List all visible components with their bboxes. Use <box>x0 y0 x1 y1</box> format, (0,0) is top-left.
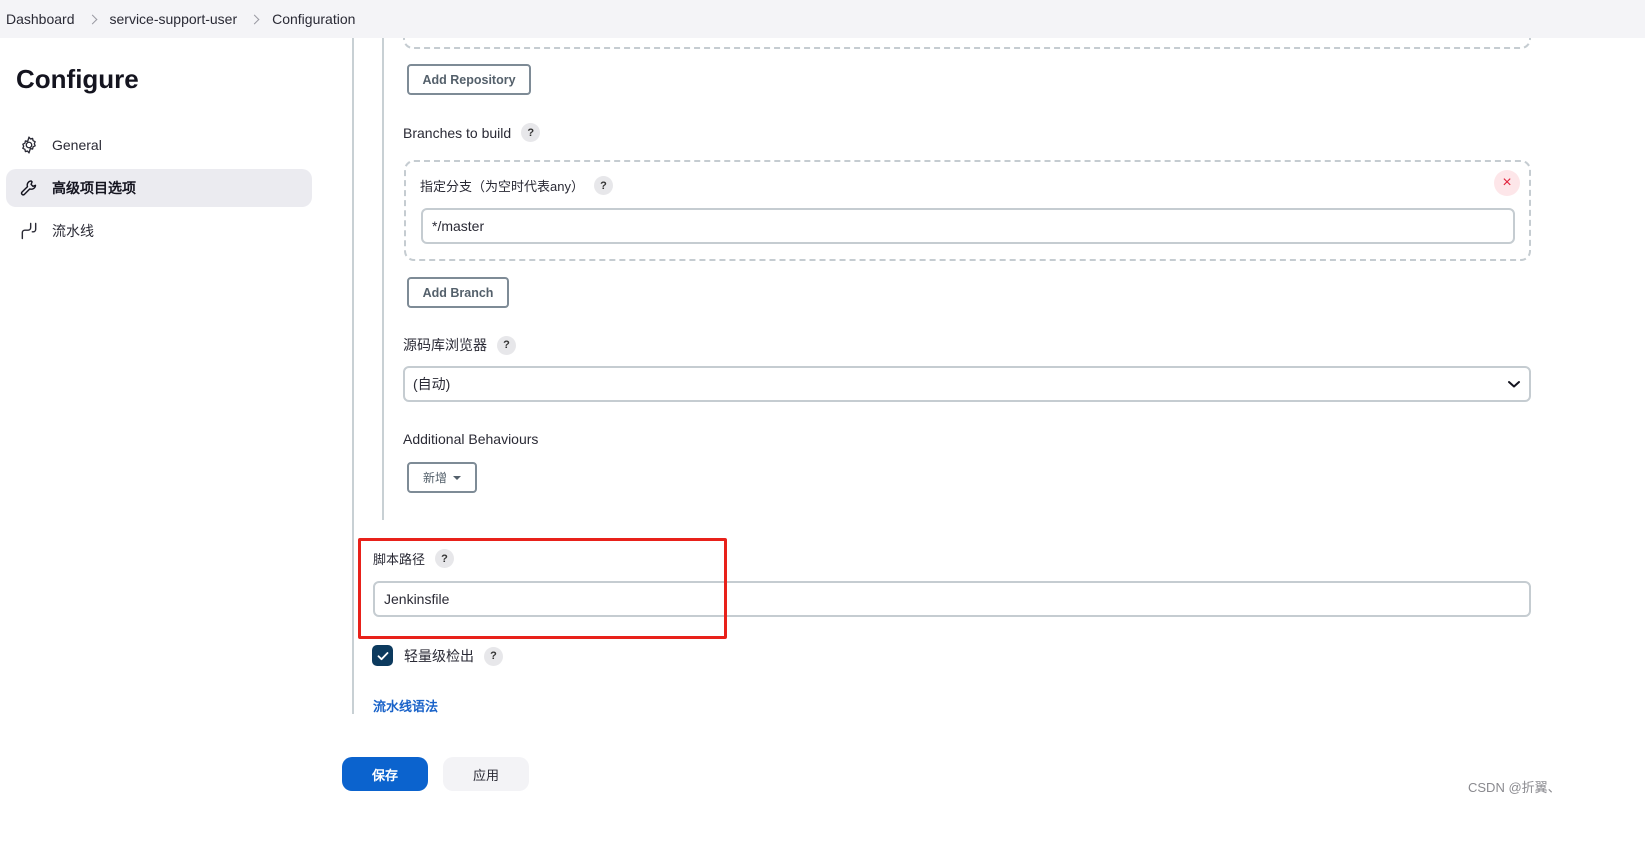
add-behaviour-label: 新增 <box>422 471 447 485</box>
script-path-label: 脚本路径 ? <box>373 549 455 568</box>
close-icon: × <box>1502 174 1512 191</box>
help-icon[interactable]: ? <box>484 646 503 666</box>
watermark: CSDN @折翼、 <box>1468 780 1561 795</box>
branches-to-build-text: Branches to build <box>403 124 512 141</box>
pipeline-syntax-link[interactable]: 流水线语法 <box>373 696 438 715</box>
sidebar-item-label: 高级项目选项 <box>52 180 136 196</box>
help-icon[interactable]: ? <box>521 123 541 142</box>
branches-to-build-label: Branches to build ? <box>403 123 541 142</box>
caret-down-icon <box>453 475 461 480</box>
checkmark-icon <box>377 648 389 664</box>
breadcrumb-project[interactable]: service-support-user <box>110 11 238 27</box>
breadcrumb: Dashboard service-support-user Configura… <box>0 0 1645 38</box>
branch-specifier-input[interactable]: */master <box>421 208 1515 244</box>
script-path-input[interactable]: Jenkinsfile <box>373 581 1531 617</box>
pipeline-icon <box>18 220 40 242</box>
repo-browser-label: 源码库浏览器 ? <box>403 335 516 355</box>
additional-behaviours-label: Additional Behaviours <box>403 431 539 447</box>
breadcrumb-configuration[interactable]: Configuration <box>272 11 355 27</box>
sidebar-item-label: 流水线 <box>52 223 94 239</box>
gear-icon <box>18 134 40 156</box>
add-repository-button[interactable]: Add Repository <box>407 64 531 95</box>
help-icon[interactable]: ? <box>593 176 613 195</box>
chevron-right-icon <box>249 14 260 24</box>
branch-specifier-text: 指定分支（为空时代表any） <box>420 179 584 194</box>
save-button[interactable]: 保存 <box>342 757 428 791</box>
chevron-right-icon <box>87 14 97 24</box>
repo-browser-select[interactable]: (自动) <box>403 366 1531 402</box>
script-path-text: 脚本路径 <box>373 552 426 567</box>
repo-browser-value: (自动) <box>413 376 451 392</box>
sidebar-item-advanced[interactable]: 高级项目选项 <box>6 169 312 207</box>
branch-specifier-label: 指定分支（为空时代表any） ? <box>420 176 613 195</box>
lightweight-checkout-label: 轻量级检出 ? <box>404 646 503 666</box>
help-icon[interactable]: ? <box>497 335 516 355</box>
add-behaviour-dropdown[interactable]: 新增 <box>407 462 477 493</box>
repo-browser-text: 源码库浏览器 <box>403 337 487 353</box>
lightweight-checkout-text: 轻量级检出 <box>404 648 474 664</box>
breadcrumb-dashboard[interactable]: Dashboard <box>6 11 75 27</box>
remove-branch-button[interactable]: × <box>1494 170 1520 196</box>
sidebar-item-label: General <box>52 137 102 153</box>
wrench-icon <box>18 177 40 199</box>
subsection-divider <box>382 38 384 520</box>
chevron-down-icon <box>1507 376 1521 392</box>
help-icon[interactable]: ? <box>435 549 455 568</box>
apply-button[interactable]: 应用 <box>443 757 529 791</box>
add-branch-button[interactable]: Add Branch <box>407 277 509 308</box>
lightweight-checkout-checkbox[interactable] <box>372 645 393 666</box>
page-title: Configure <box>16 64 139 94</box>
section-divider <box>352 38 354 714</box>
sidebar-item-pipeline[interactable]: 流水线 <box>6 212 312 250</box>
sidebar-item-general[interactable]: General <box>6 126 312 164</box>
